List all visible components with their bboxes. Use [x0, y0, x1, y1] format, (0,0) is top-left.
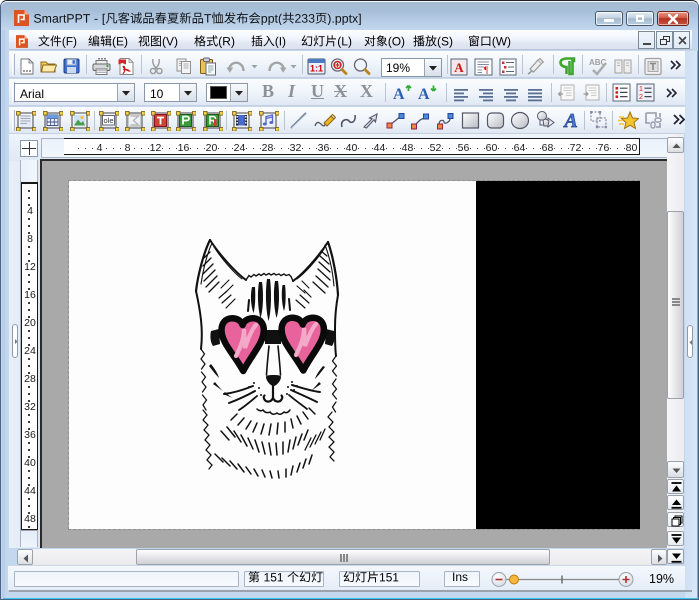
svg-text:A: A	[393, 86, 405, 102]
svg-text:A: A	[418, 86, 430, 102]
svg-text:2: 2	[639, 94, 643, 101]
svg-text:1: 1	[639, 86, 643, 93]
svg-text:A: A	[562, 110, 577, 131]
svg-text:A: A	[454, 60, 464, 75]
svg-text:1:1: 1:1	[310, 64, 323, 74]
svg-text:¶: ¶	[484, 65, 488, 75]
svg-text:ole: ole	[103, 116, 113, 125]
